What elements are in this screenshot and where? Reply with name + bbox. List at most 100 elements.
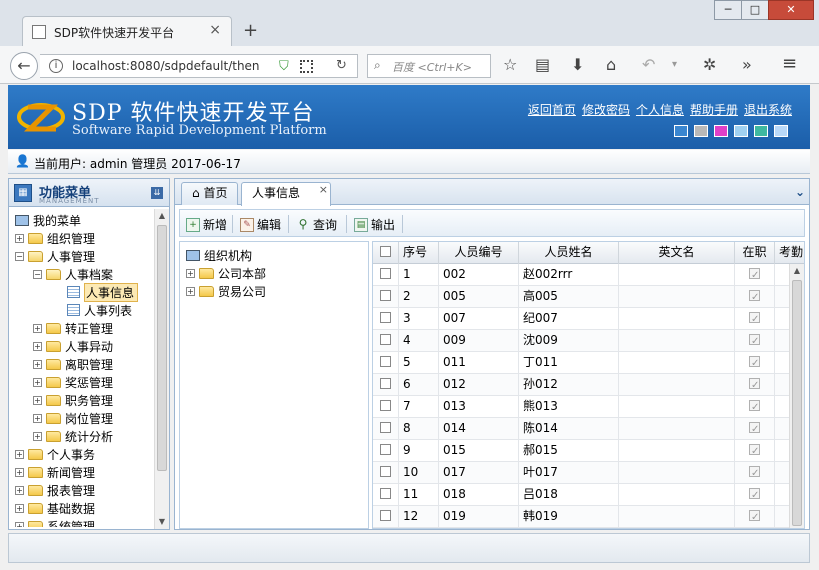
- expand-icon[interactable]: +: [15, 467, 24, 477]
- row-checkbox[interactable]: [380, 488, 391, 499]
- change-password-link[interactable]: 修改密码: [582, 101, 630, 118]
- close-tab-icon[interactable]: ×: [209, 22, 221, 38]
- scrollbar-thumb[interactable]: [157, 225, 167, 471]
- extension-icon[interactable]: ✲: [703, 55, 716, 74]
- overflow-icon[interactable]: »: [742, 55, 752, 74]
- menu-scrollbar[interactable]: ▲ ▼: [154, 209, 169, 529]
- tab-home[interactable]: ⌂ 首页: [181, 182, 239, 205]
- table-row[interactable]: 9 015 郝015: [373, 440, 804, 462]
- tree-node-hr-list[interactable]: 人事列表: [67, 301, 132, 319]
- chevron-down-icon[interactable]: ⌄: [795, 185, 805, 199]
- edit-button[interactable]: ✎ 编辑: [240, 216, 281, 233]
- search-bar[interactable]: ⌕ 百度 <Ctrl+K>: [367, 54, 491, 78]
- tree-node-system[interactable]: + 系统管理: [15, 517, 95, 527]
- select-all-cell[interactable]: [373, 242, 399, 264]
- expand-icon[interactable]: +: [186, 268, 195, 278]
- table-row[interactable]: 5 011 丁011: [373, 352, 804, 374]
- close-tab-icon[interactable]: ×: [319, 179, 328, 200]
- tree-node-personal[interactable]: + 个人事务: [15, 445, 95, 463]
- table-row[interactable]: 7 013 熊013: [373, 396, 804, 418]
- row-checkbox[interactable]: [380, 290, 391, 301]
- maximize-button[interactable]: □: [741, 0, 769, 20]
- tree-node-resign[interactable]: + 离职管理: [33, 355, 113, 373]
- expand-icon[interactable]: +: [15, 449, 24, 459]
- column-header-no[interactable]: 序号: [399, 242, 439, 264]
- row-checkbox[interactable]: [380, 356, 391, 367]
- bookmark-star-icon[interactable]: ☆: [503, 55, 517, 74]
- tree-node-my-menu[interactable]: 我的菜单: [15, 211, 81, 229]
- tree-node-transfer[interactable]: + 人事异动: [33, 337, 113, 355]
- home-link[interactable]: 返回首页: [528, 101, 576, 118]
- scroll-up-icon[interactable]: ▲: [155, 209, 169, 223]
- logout-link[interactable]: 退出系统: [744, 101, 792, 118]
- table-row[interactable]: 3 007 纪007: [373, 308, 804, 330]
- skin-swatch[interactable]: [754, 125, 768, 137]
- table-row[interactable]: 10 017 叶017: [373, 462, 804, 484]
- minimize-button[interactable]: ─: [714, 0, 742, 20]
- skin-swatch[interactable]: [694, 125, 708, 137]
- tree-node-hr[interactable]: − 人事管理: [15, 247, 95, 265]
- row-checkbox[interactable]: [380, 466, 391, 477]
- chevron-down-icon[interactable]: ▾: [672, 59, 677, 70]
- tree-node-post[interactable]: + 岗位管理: [33, 409, 113, 427]
- table-row[interactable]: 1 002 赵002rrr: [373, 264, 804, 286]
- expand-icon[interactable]: +: [33, 395, 42, 405]
- table-row[interactable]: 11 018 吕018: [373, 484, 804, 506]
- skin-swatch[interactable]: [674, 125, 688, 137]
- column-header-english-name[interactable]: 英文名: [619, 242, 735, 264]
- row-checkbox[interactable]: [380, 312, 391, 323]
- add-button[interactable]: + 新增: [186, 216, 227, 233]
- table-row[interactable]: 12 019 韩019: [373, 506, 804, 528]
- table-row[interactable]: 6 012 孙012: [373, 374, 804, 396]
- skin-swatch[interactable]: [774, 125, 788, 137]
- close-window-button[interactable]: ✕: [768, 0, 814, 20]
- skin-swatch[interactable]: [714, 125, 728, 137]
- org-node-trading[interactable]: + 贸易公司: [186, 282, 266, 300]
- hamburger-menu-icon[interactable]: ≡: [782, 53, 797, 74]
- skin-swatch[interactable]: [734, 125, 748, 137]
- qrcode-icon[interactable]: [300, 60, 313, 73]
- help-link[interactable]: 帮助手册: [690, 101, 738, 118]
- home-icon[interactable]: ⌂: [606, 55, 616, 74]
- expand-icon[interactable]: +: [33, 359, 42, 369]
- column-header-attendance[interactable]: 考勤: [775, 242, 804, 264]
- browser-tab[interactable]: SDP软件快速开发平台 ×: [22, 16, 232, 46]
- scrollbar-thumb[interactable]: [792, 280, 802, 526]
- tree-node-stats[interactable]: + 统计分析: [33, 427, 113, 445]
- expand-icon[interactable]: +: [186, 286, 195, 296]
- shield-icon[interactable]: ⛉: [279, 59, 289, 74]
- row-checkbox[interactable]: [380, 422, 391, 433]
- expand-icon[interactable]: +: [33, 431, 42, 441]
- expand-icon[interactable]: +: [33, 413, 42, 423]
- profile-link[interactable]: 个人信息: [636, 101, 684, 118]
- tab-hr-info[interactable]: 人事信息 ×: [241, 182, 331, 206]
- expand-icon[interactable]: +: [33, 341, 42, 351]
- row-checkbox[interactable]: [380, 268, 391, 279]
- tree-node-duty[interactable]: + 职务管理: [33, 391, 113, 409]
- table-row[interactable]: 8 014 陈014: [373, 418, 804, 440]
- tree-node-hr-info[interactable]: 人事信息: [67, 282, 139, 302]
- export-button[interactable]: ▤ 输出: [354, 216, 395, 233]
- collapse-icon[interactable]: −: [33, 269, 42, 279]
- tree-node-news[interactable]: + 新闻管理: [15, 463, 95, 481]
- reload-icon[interactable]: ↻: [336, 58, 347, 73]
- new-tab-button[interactable]: +: [243, 20, 258, 41]
- grid-scrollbar[interactable]: ▲: [789, 264, 804, 528]
- expand-icon[interactable]: +: [33, 323, 42, 333]
- tree-node-report[interactable]: + 报表管理: [15, 481, 95, 499]
- undo-icon[interactable]: ↶: [642, 55, 655, 74]
- tree-node-basedata[interactable]: + 基础数据: [15, 499, 95, 517]
- expand-icon[interactable]: +: [15, 521, 24, 527]
- column-header-name[interactable]: 人员姓名: [519, 242, 619, 264]
- info-icon[interactable]: i: [49, 59, 63, 73]
- expand-icon[interactable]: +: [15, 503, 24, 513]
- row-checkbox[interactable]: [380, 400, 391, 411]
- reading-list-icon[interactable]: ▤: [535, 55, 550, 74]
- query-button[interactable]: ⚲ 查询: [296, 216, 337, 233]
- expand-icon[interactable]: +: [33, 377, 42, 387]
- column-header-active[interactable]: 在职: [735, 242, 775, 264]
- address-bar[interactable]: i localhost:8080/sdpdefault/then ⛉ ↻: [40, 54, 358, 78]
- expand-icon[interactable]: +: [15, 233, 24, 243]
- org-tree-root[interactable]: 组织机构: [186, 246, 252, 264]
- org-node-headquarters[interactable]: + 公司本部: [186, 264, 266, 282]
